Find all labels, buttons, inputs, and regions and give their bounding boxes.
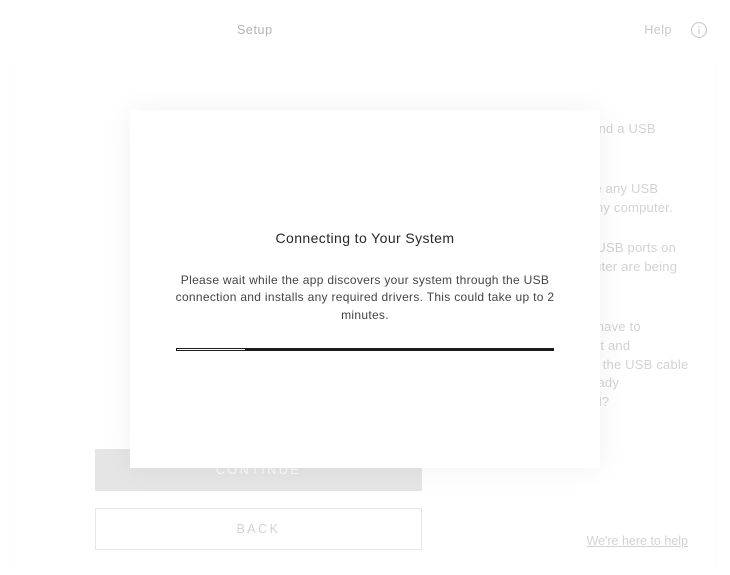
connecting-modal: Connecting to Your System Please wait wh… (130, 110, 600, 468)
modal-title: Connecting to Your System (276, 230, 455, 246)
progress-fill (177, 349, 245, 350)
progress-bar (176, 348, 554, 351)
modal-body: Please wait while the app discovers your… (175, 272, 555, 324)
